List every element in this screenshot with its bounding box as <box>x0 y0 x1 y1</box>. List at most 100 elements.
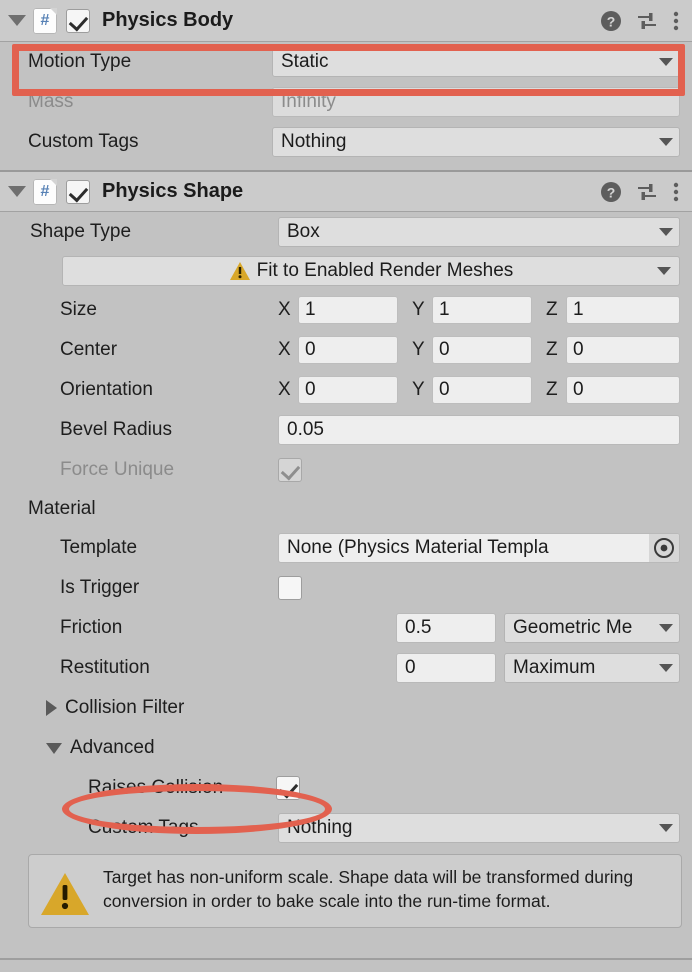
row-shape-type: Shape Type Box <box>0 212 692 252</box>
help-icon[interactable]: ? <box>600 10 622 32</box>
bevel-radius-input[interactable]: 0.05 <box>278 415 680 445</box>
row-motion-type: Motion Type Static <box>0 42 692 82</box>
shape-type-value: Box <box>287 221 320 242</box>
physics-shape-enable-checkbox[interactable] <box>66 179 90 204</box>
row-template: Template None (Physics Material Templa <box>0 528 692 568</box>
physics-body-enable-checkbox[interactable] <box>66 8 90 33</box>
size-label: Size <box>60 299 97 320</box>
axis-label-x: X <box>278 299 291 320</box>
axis-label-y: Y <box>412 379 425 400</box>
center-x-group: X 0 <box>278 336 412 364</box>
motion-type-value: Static <box>281 51 329 72</box>
friction-combine-dropdown[interactable]: Geometric Me <box>504 613 680 643</box>
mass-label: Mass <box>28 91 74 112</box>
size-y-input[interactable]: 1 <box>432 296 532 324</box>
warning-message: Target has non-uniform scale. Shape data… <box>103 867 634 912</box>
center-y-input[interactable]: 0 <box>432 336 532 364</box>
row-advanced-custom-tags: Custom Tags Nothing <box>0 808 692 848</box>
friction-label: Friction <box>60 617 123 638</box>
physics-body-header[interactable]: # Physics Body ? <box>0 0 692 42</box>
size-x-input[interactable]: 1 <box>298 296 398 324</box>
row-custom-tags: Custom Tags Nothing <box>0 122 692 162</box>
three-dot-menu-icon[interactable] <box>672 10 680 32</box>
physics-body-foldout-icon[interactable] <box>8 15 26 26</box>
object-picker-icon[interactable] <box>649 534 679 562</box>
advanced-custom-tags-dropdown[interactable]: Nothing <box>278 813 680 843</box>
custom-tags-dropdown[interactable]: Nothing <box>272 127 680 157</box>
advanced-foldout-icon[interactable] <box>46 742 62 754</box>
size-x-group: X 1 <box>278 296 412 324</box>
restitution-label: Restitution <box>60 657 150 678</box>
axis-label-y: Y <box>412 299 425 320</box>
center-vector-field: X 0 Y 0 Z 0 <box>278 336 680 364</box>
warning-triangle-icon <box>41 873 89 915</box>
axis-label-y: Y <box>412 339 425 360</box>
chevron-down-icon <box>659 824 673 832</box>
raises-collision-checkbox[interactable] <box>276 776 300 800</box>
orientation-y-input[interactable]: 0 <box>432 376 532 404</box>
chevron-down-icon <box>659 228 673 236</box>
orientation-vector-field: X 0 Y 0 Z 0 <box>278 376 680 404</box>
axis-label-x: X <box>278 379 291 400</box>
orientation-x-group: X 0 <box>278 376 412 404</box>
force-unique-label: Force Unique <box>60 459 175 480</box>
center-label: Center <box>60 339 118 360</box>
bevel-radius-label: Bevel Radius <box>60 419 172 440</box>
physics-body-header-icons: ? <box>600 10 680 32</box>
material-section-label: Material <box>28 498 96 519</box>
row-restitution: Restitution 0 Maximum <box>0 648 692 688</box>
center-z-group: Z 0 <box>546 336 680 364</box>
custom-tags-label: Custom Tags <box>28 131 139 152</box>
physics-shape-header[interactable]: # Physics Shape ? <box>0 170 692 212</box>
motion-type-dropdown[interactable]: Static <box>272 47 680 77</box>
restitution-combine-value: Maximum <box>513 657 596 678</box>
fit-to-enabled-render-meshes-button[interactable]: Fit to Enabled Render Meshes <box>62 256 680 286</box>
collision-filter-foldout-icon[interactable] <box>46 700 57 716</box>
row-mass: Mass Infinity <box>0 82 692 122</box>
template-value: None (Physics Material Templa <box>287 537 549 558</box>
axis-label-z: Z <box>546 379 558 400</box>
chevron-down-icon <box>657 267 671 275</box>
row-size: Size X 1 Y 1 Z 1 <box>0 290 692 330</box>
restitution-combine-dropdown[interactable]: Maximum <box>504 653 680 683</box>
physics-body-title: Physics Body <box>102 9 234 31</box>
preset-sliders-icon[interactable] <box>636 181 658 203</box>
restitution-value-input[interactable]: 0 <box>396 653 496 683</box>
size-y-group: Y 1 <box>412 296 546 324</box>
axis-label-z: Z <box>546 299 558 320</box>
template-object-field[interactable]: None (Physics Material Templa <box>278 533 680 563</box>
orientation-label: Orientation <box>60 379 153 400</box>
non-uniform-scale-warning-box: Target has non-uniform scale. Shape data… <box>28 854 682 928</box>
help-icon[interactable]: ? <box>600 181 622 203</box>
size-vector-field: X 1 Y 1 Z 1 <box>278 296 680 324</box>
orientation-x-input[interactable]: 0 <box>298 376 398 404</box>
preset-sliders-icon[interactable] <box>636 10 658 32</box>
force-unique-checkbox <box>278 458 302 482</box>
friction-combine-value: Geometric Me <box>513 617 633 638</box>
row-collision-filter[interactable]: Collision Filter <box>0 688 692 728</box>
svg-text:?: ? <box>607 13 616 29</box>
center-z-input[interactable]: 0 <box>566 336 680 364</box>
size-z-input[interactable]: 1 <box>566 296 680 324</box>
is-trigger-label: Is Trigger <box>60 577 140 598</box>
center-y-group: Y 0 <box>412 336 546 364</box>
row-advanced[interactable]: Advanced <box>0 728 692 768</box>
three-dot-menu-icon[interactable] <box>672 181 680 203</box>
is-trigger-checkbox[interactable] <box>278 576 302 600</box>
template-label: Template <box>60 537 138 558</box>
warning-triangle-icon <box>229 262 250 280</box>
friction-value-input[interactable]: 0.5 <box>396 613 496 643</box>
row-friction: Friction 0.5 Geometric Me <box>0 608 692 648</box>
inspector-panel: # Physics Body ? Motion Type Static Mass… <box>0 0 692 972</box>
svg-text:?: ? <box>607 184 616 200</box>
shape-type-dropdown[interactable]: Box <box>278 217 680 247</box>
orientation-z-input[interactable]: 0 <box>566 376 680 404</box>
bevel-radius-value: 0.05 <box>287 419 324 440</box>
row-orientation: Orientation X 0 Y 0 Z 0 <box>0 370 692 410</box>
center-x-input[interactable]: 0 <box>298 336 398 364</box>
axis-label-z: Z <box>546 339 558 360</box>
physics-shape-foldout-icon[interactable] <box>8 186 26 197</box>
physics-shape-title: Physics Shape <box>102 180 244 202</box>
fit-to-meshes-label: Fit to Enabled Render Meshes <box>256 260 514 281</box>
mass-input: Infinity <box>272 87 680 117</box>
